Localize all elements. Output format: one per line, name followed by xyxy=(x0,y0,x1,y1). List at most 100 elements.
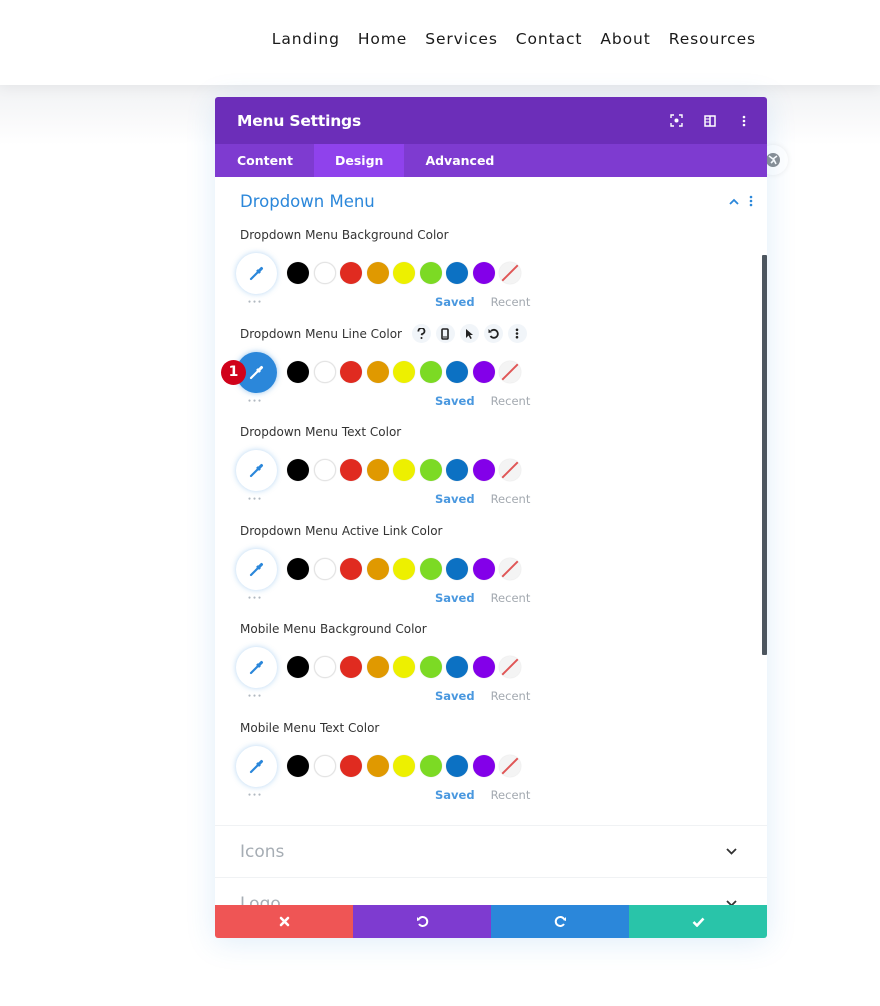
color-swatch[interactable] xyxy=(446,557,468,580)
saved-colors-tab[interactable]: Saved xyxy=(435,689,475,703)
color-swatch[interactable] xyxy=(366,557,389,580)
color-swatch[interactable] xyxy=(287,557,309,580)
recent-colors-tab[interactable]: Recent xyxy=(491,295,531,309)
cursor-icon[interactable] xyxy=(459,324,479,344)
more-options-icon[interactable]: ●●● xyxy=(248,692,263,700)
color-swatch[interactable] xyxy=(393,754,415,777)
color-swatch[interactable] xyxy=(366,262,389,284)
color-swatch[interactable] xyxy=(419,459,442,482)
color-swatch[interactable] xyxy=(340,557,362,580)
color-swatch[interactable] xyxy=(472,656,495,679)
redo-button[interactable] xyxy=(491,905,629,938)
recent-colors-tab[interactable]: Recent xyxy=(491,689,531,703)
tab-advanced[interactable]: Advanced xyxy=(404,144,515,177)
color-swatch[interactable] xyxy=(472,754,495,777)
color-swatch[interactable] xyxy=(419,656,442,679)
nav-home[interactable]: Home xyxy=(358,30,407,48)
swatch-transparent[interactable] xyxy=(499,262,521,284)
nav-landing[interactable]: Landing xyxy=(272,30,340,48)
color-swatch[interactable] xyxy=(446,262,468,284)
section-logo[interactable]: Logo xyxy=(215,877,767,905)
color-swatch[interactable] xyxy=(419,360,442,383)
color-swatch[interactable] xyxy=(287,459,309,482)
color-swatch[interactable] xyxy=(366,656,389,679)
recent-colors-tab[interactable]: Recent xyxy=(491,492,531,506)
swatch-transparent[interactable] xyxy=(499,557,521,580)
swatch-transparent[interactable] xyxy=(499,360,521,383)
color-swatch[interactable] xyxy=(340,754,362,777)
color-picker-button[interactable] xyxy=(236,253,277,294)
saved-colors-tab[interactable]: Saved xyxy=(435,394,475,408)
swatch-transparent[interactable] xyxy=(499,656,521,679)
color-swatch[interactable] xyxy=(340,360,362,383)
color-swatch[interactable] xyxy=(340,656,362,679)
color-swatch[interactable] xyxy=(446,459,468,482)
color-swatch[interactable] xyxy=(393,262,415,284)
color-swatch[interactable] xyxy=(393,459,415,482)
tab-content[interactable]: Content xyxy=(215,144,314,177)
tab-design[interactable]: Design xyxy=(314,144,405,177)
color-swatch[interactable] xyxy=(419,262,442,284)
color-swatch[interactable] xyxy=(472,557,495,580)
save-button[interactable] xyxy=(629,905,767,938)
color-swatch[interactable] xyxy=(366,459,389,482)
more-options-icon[interactable]: ●●● xyxy=(248,397,263,405)
color-swatch[interactable] xyxy=(393,360,415,383)
recent-colors-tab[interactable]: Recent xyxy=(491,394,531,408)
section-header-dropdown-menu[interactable]: Dropdown Menu xyxy=(215,177,767,225)
swatch-transparent[interactable] xyxy=(499,459,521,482)
swatch-transparent[interactable] xyxy=(499,754,521,777)
color-swatch[interactable] xyxy=(366,754,389,777)
color-swatch[interactable] xyxy=(419,557,442,580)
color-swatch[interactable] xyxy=(313,360,336,383)
saved-colors-tab[interactable]: Saved xyxy=(435,591,475,605)
mobile-icon[interactable] xyxy=(435,324,455,344)
color-swatch[interactable] xyxy=(446,360,468,383)
color-swatch[interactable] xyxy=(287,656,309,679)
nav-services[interactable]: Services xyxy=(425,30,498,48)
focus-icon[interactable] xyxy=(669,114,683,128)
saved-colors-tab[interactable]: Saved xyxy=(435,492,475,506)
color-swatch[interactable] xyxy=(287,360,309,383)
color-swatch[interactable] xyxy=(313,754,336,777)
more-vertical-icon[interactable] xyxy=(749,195,753,207)
section-icons[interactable]: Icons xyxy=(215,825,767,877)
color-picker-button[interactable] xyxy=(236,647,277,689)
color-swatch[interactable] xyxy=(340,262,362,284)
color-picker-button[interactable] xyxy=(236,548,277,590)
color-swatch[interactable] xyxy=(287,262,309,284)
recent-colors-tab[interactable]: Recent xyxy=(491,591,531,605)
color-picker-button[interactable] xyxy=(236,745,277,787)
color-swatch[interactable] xyxy=(472,262,495,284)
more-vertical-icon[interactable] xyxy=(507,324,527,344)
color-swatch[interactable] xyxy=(472,360,495,383)
scrollbar[interactable] xyxy=(762,255,767,655)
reset-icon[interactable] xyxy=(483,324,503,344)
chevron-up-icon[interactable] xyxy=(729,198,739,205)
more-vertical-icon[interactable] xyxy=(737,114,751,128)
more-options-icon[interactable]: ●●● xyxy=(248,791,263,799)
nav-resources[interactable]: Resources xyxy=(669,30,756,48)
color-swatch[interactable] xyxy=(340,459,362,482)
color-swatch[interactable] xyxy=(393,557,415,580)
color-swatch[interactable] xyxy=(446,656,468,679)
more-options-icon[interactable]: ●●● xyxy=(248,298,263,306)
color-swatch[interactable] xyxy=(393,656,415,679)
help-icon[interactable] xyxy=(411,324,431,344)
color-swatch[interactable] xyxy=(446,754,468,777)
recent-colors-tab[interactable]: Recent xyxy=(491,788,531,802)
more-options-icon[interactable]: ●●● xyxy=(248,594,263,602)
saved-colors-tab[interactable]: Saved xyxy=(435,295,475,309)
more-options-icon[interactable]: ●●● xyxy=(248,495,263,503)
color-swatch[interactable] xyxy=(287,754,309,777)
saved-colors-tab[interactable]: Saved xyxy=(435,788,475,802)
color-swatch[interactable] xyxy=(313,557,336,580)
nav-contact[interactable]: Contact xyxy=(516,30,583,48)
color-swatch[interactable] xyxy=(419,754,442,777)
undo-button[interactable] xyxy=(353,905,491,938)
color-swatch[interactable] xyxy=(313,656,336,679)
color-picker-button[interactable] xyxy=(236,450,277,492)
color-swatch[interactable] xyxy=(366,360,389,383)
cancel-button[interactable] xyxy=(215,905,353,938)
color-swatch[interactable] xyxy=(313,262,336,284)
